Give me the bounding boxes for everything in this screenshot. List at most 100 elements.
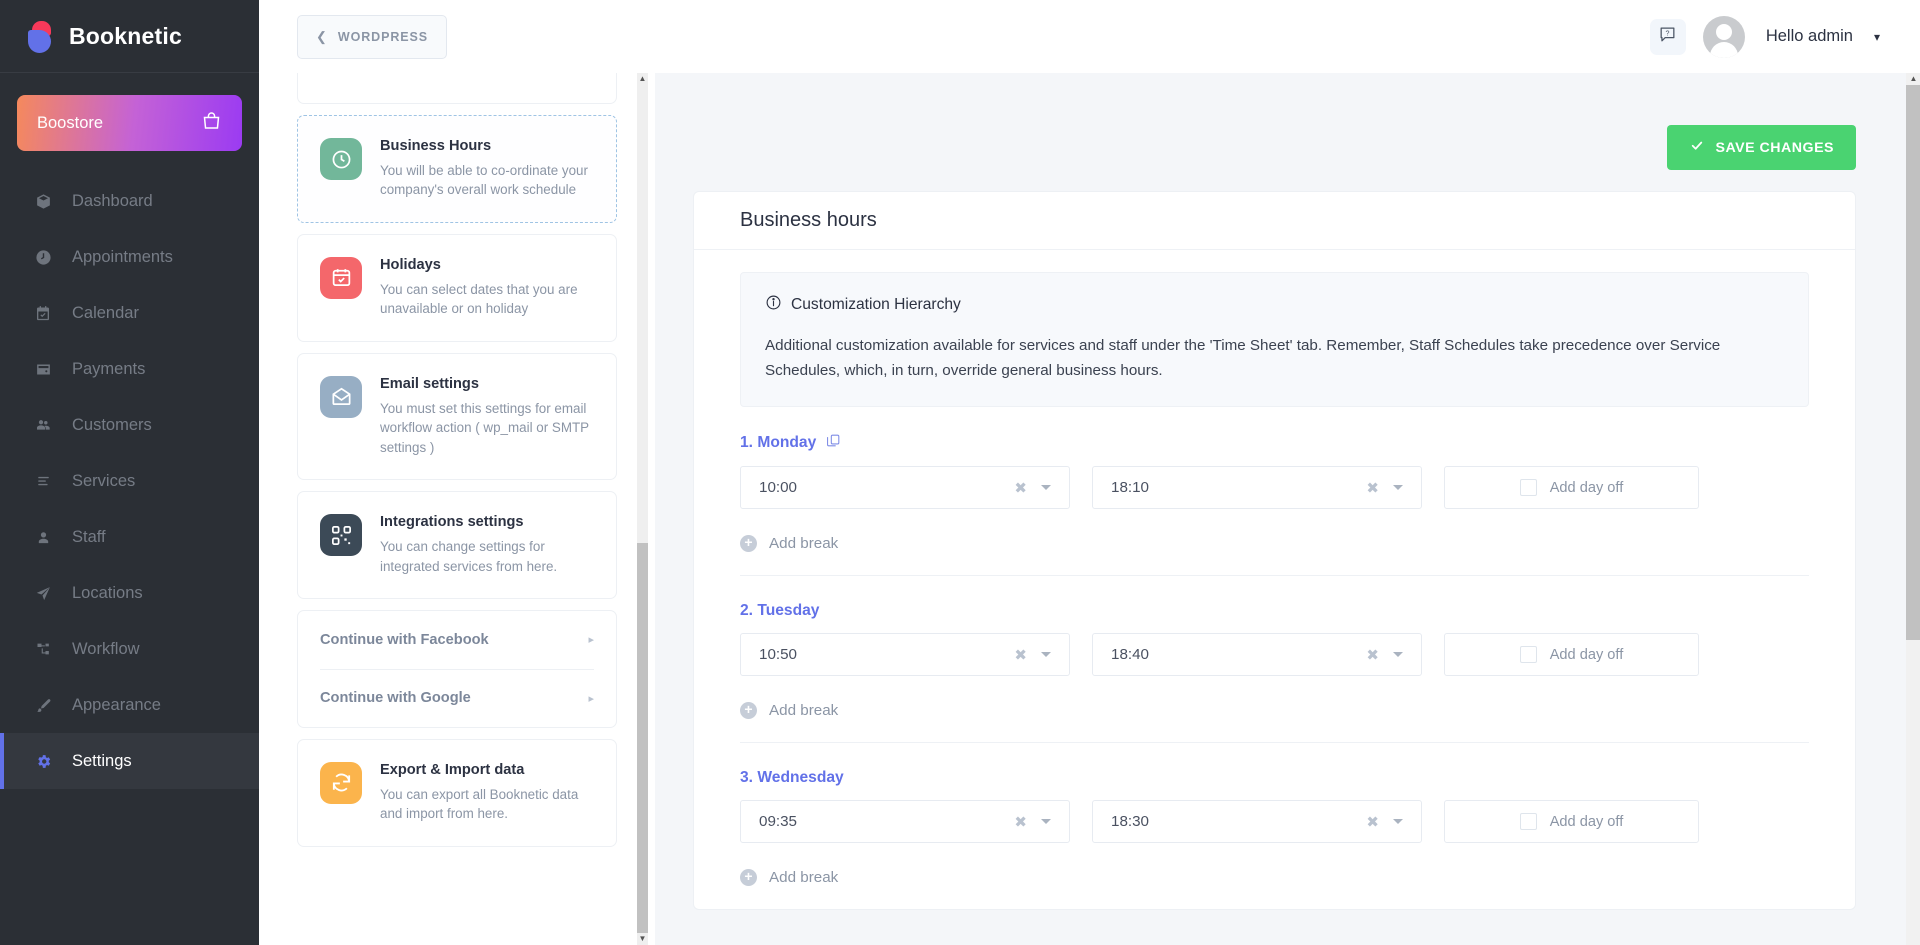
tuesday-from-select[interactable]: 10:50 ✖ xyxy=(740,633,1070,676)
day-off-checkbox[interactable] xyxy=(1520,479,1537,496)
wednesday-from-select[interactable]: 09:35 ✖ xyxy=(740,800,1070,843)
check-icon xyxy=(1689,139,1705,156)
sidebar-item-services[interactable]: Services xyxy=(0,453,259,509)
settings-card-partial[interactable]: website from here xyxy=(297,73,617,104)
boostore-label: Boostore xyxy=(37,114,103,133)
select-value: 10:00 xyxy=(759,479,1006,496)
cards-rail-scrollbar[interactable]: ▲ ▼ xyxy=(637,73,648,945)
sidebar-label: Staff xyxy=(72,528,106,547)
page-scrollbar[interactable]: ▲ xyxy=(1906,73,1920,945)
card-desc: You can export all Booknetic data and im… xyxy=(380,785,594,824)
tuesday-add-day-off[interactable]: Add day off xyxy=(1444,633,1699,676)
scroll-up-arrow-icon[interactable]: ▲ xyxy=(1909,75,1918,83)
calendar-check-icon xyxy=(320,257,362,299)
svg-text:?: ? xyxy=(1666,29,1670,37)
clear-x-icon[interactable]: ✖ xyxy=(1358,813,1387,831)
select-value: 09:35 xyxy=(759,813,1006,830)
monday-from-select[interactable]: 10:00 ✖ xyxy=(740,466,1070,509)
social-links-card: Continue with Facebook ▸ Continue with G… xyxy=(297,610,617,728)
scrollbar-thumb[interactable] xyxy=(1906,85,1920,640)
settings-card-export-import[interactable]: Export & Import data You can export all … xyxy=(297,739,617,847)
sidebar-item-settings[interactable]: Settings xyxy=(0,733,259,789)
scroll-down-arrow-icon[interactable]: ▼ xyxy=(638,935,647,943)
partial-card-text: website from here xyxy=(320,73,486,81)
caret-down-icon[interactable] xyxy=(1393,819,1403,824)
users-icon xyxy=(32,414,54,436)
day-label: 1. Monday xyxy=(740,434,816,452)
save-changes-button[interactable]: SAVE CHANGES xyxy=(1667,125,1856,170)
sidebar-item-locations[interactable]: Locations xyxy=(0,565,259,621)
sidebar-item-appearance[interactable]: Appearance xyxy=(0,677,259,733)
caret-down-icon[interactable] xyxy=(1393,652,1403,657)
sidebar-item-calendar[interactable]: Calendar xyxy=(0,285,259,341)
clear-x-icon[interactable]: ✖ xyxy=(1006,813,1035,831)
wordpress-back-button[interactable]: ❮ WORDPRESS xyxy=(297,15,447,59)
clear-x-icon[interactable]: ✖ xyxy=(1006,646,1035,664)
settings-card-holidays[interactable]: Holidays You can select dates that you a… xyxy=(297,234,617,342)
customization-hierarchy-notice: Customization Hierarchy Additional custo… xyxy=(740,272,1809,407)
box-icon xyxy=(32,190,54,212)
sidebar-item-staff[interactable]: Staff xyxy=(0,509,259,565)
content-area: SAVE CHANGES Business hours Customizatio… xyxy=(655,73,1920,945)
day-label-row: 2. Tuesday xyxy=(740,602,1809,620)
continue-with-google-row[interactable]: Continue with Google ▸ xyxy=(320,669,594,727)
wednesday-to-select[interactable]: 18:30 ✖ xyxy=(1092,800,1422,843)
sidebar-label: Settings xyxy=(72,752,132,771)
settings-card-email-settings[interactable]: Email settings You must set this setting… xyxy=(297,353,617,480)
info-icon xyxy=(765,294,782,316)
sidebar-item-payments[interactable]: Payments xyxy=(0,341,259,397)
plus-circle-icon: + xyxy=(740,702,757,719)
sidebar-item-workflow[interactable]: Workflow xyxy=(0,621,259,677)
tuesday-add-break[interactable]: + Add break xyxy=(740,676,1809,742)
user-icon xyxy=(32,526,54,548)
copy-icon[interactable] xyxy=(826,433,841,453)
sidebar-label: Locations xyxy=(72,584,143,603)
caret-down-icon[interactable] xyxy=(1393,485,1403,490)
scroll-up-arrow-icon[interactable]: ▲ xyxy=(638,75,647,83)
workflow-icon xyxy=(32,638,54,660)
scrollbar-thumb[interactable] xyxy=(637,543,648,933)
day-off-checkbox[interactable] xyxy=(1520,646,1537,663)
card-desc: You can change settings for integrated s… xyxy=(380,537,594,576)
monday-add-break[interactable]: + Add break xyxy=(740,509,1809,575)
wednesday-add-day-off[interactable]: Add day off xyxy=(1444,800,1699,843)
caret-down-icon[interactable] xyxy=(1041,652,1051,657)
settings-card-integrations-settings[interactable]: Integrations settings You can change set… xyxy=(297,491,617,599)
app-root: Booknetic Boostore Dashboard Appoi xyxy=(0,0,1920,945)
sidebar-label: Services xyxy=(72,472,135,491)
boostore-button[interactable]: Boostore xyxy=(17,95,242,151)
card-desc: You will be able to co-ordinate your com… xyxy=(380,161,594,200)
tuesday-to-select[interactable]: 18:40 ✖ xyxy=(1092,633,1422,676)
chevron-down-icon[interactable]: ▾ xyxy=(1874,30,1880,44)
day-label-row: 3. Wednesday xyxy=(740,769,1809,787)
clear-x-icon[interactable]: ✖ xyxy=(1358,646,1387,664)
monday-add-day-off[interactable]: Add day off xyxy=(1444,466,1699,509)
settings-card-business-hours[interactable]: Business Hours You will be able to co-or… xyxy=(297,115,617,223)
sidebar-item-appointments[interactable]: Appointments xyxy=(0,229,259,285)
clear-x-icon[interactable]: ✖ xyxy=(1006,479,1035,497)
avatar[interactable] xyxy=(1703,16,1745,58)
link-label: Continue with Google xyxy=(320,690,471,706)
help-button[interactable]: ? xyxy=(1650,19,1686,55)
monday-to-select[interactable]: 18:10 ✖ xyxy=(1092,466,1422,509)
sidebar-item-dashboard[interactable]: Dashboard xyxy=(0,173,259,229)
day-off-checkbox[interactable] xyxy=(1520,813,1537,830)
wednesday-add-break[interactable]: + Add break xyxy=(740,843,1809,909)
card-title: Holidays xyxy=(380,257,594,273)
card-desc: You can select dates that you are unavai… xyxy=(380,280,594,319)
caret-down-icon[interactable] xyxy=(1041,819,1051,824)
add-break-label: Add break xyxy=(769,869,838,886)
clear-x-icon[interactable]: ✖ xyxy=(1358,479,1387,497)
card-title: Business Hours xyxy=(380,138,594,154)
sidebar-item-customers[interactable]: Customers xyxy=(0,397,259,453)
caret-down-icon[interactable] xyxy=(1041,485,1051,490)
select-value: 18:10 xyxy=(1111,479,1358,496)
greeting-label: Hello admin xyxy=(1766,27,1853,46)
select-value: 18:40 xyxy=(1111,646,1358,663)
notice-head: Customization Hierarchy xyxy=(765,294,1784,316)
continue-with-facebook-row[interactable]: Continue with Facebook ▸ xyxy=(320,611,594,669)
panel-body: Customization Hierarchy Additional custo… xyxy=(694,250,1855,909)
day-label: 2. Tuesday xyxy=(740,602,819,620)
save-changes-label: SAVE CHANGES xyxy=(1716,140,1834,156)
topbar: ❮ WORDPRESS ? Hello admin ▾ xyxy=(259,0,1920,73)
